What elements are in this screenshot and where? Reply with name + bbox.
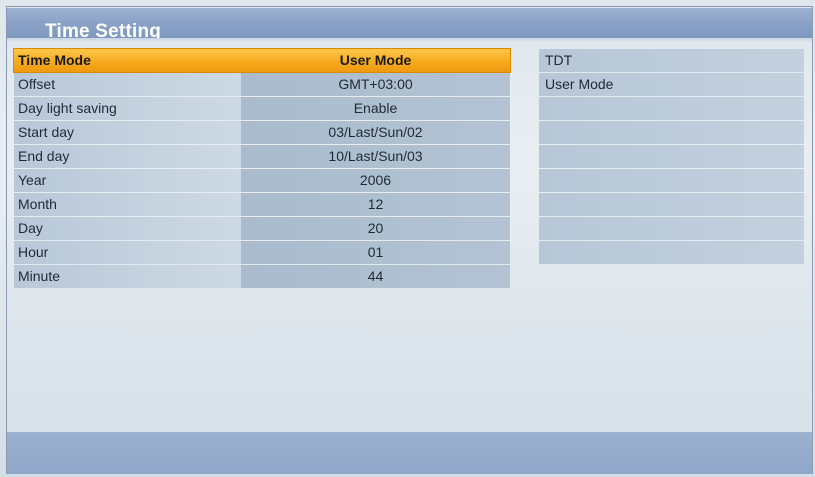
setting-label: Day bbox=[14, 217, 241, 240]
setting-value[interactable]: GMT+03:00 bbox=[241, 73, 510, 96]
time-mode-options-list: TDT User Mode bbox=[539, 49, 804, 265]
setting-row-year[interactable]: Year 2006 bbox=[14, 169, 510, 192]
option-empty bbox=[539, 169, 804, 192]
setting-row-time-mode[interactable]: Time Mode User Mode bbox=[13, 48, 511, 73]
setting-value[interactable]: 10/Last/Sun/03 bbox=[241, 145, 510, 168]
setting-row-minute[interactable]: Minute 44 bbox=[14, 265, 510, 288]
setting-row-start-day[interactable]: Start day 03/Last/Sun/02 bbox=[14, 121, 510, 144]
option-empty bbox=[539, 193, 804, 216]
option-empty bbox=[539, 241, 804, 264]
settings-table: Time Mode User Mode Offset GMT+03:00 Day… bbox=[13, 48, 511, 289]
title-bar: Time Setting bbox=[7, 8, 812, 42]
setting-value[interactable]: Enable bbox=[241, 97, 510, 120]
option-empty bbox=[539, 217, 804, 240]
setting-value[interactable]: 44 bbox=[241, 265, 510, 288]
time-setting-screen: Time Setting Time Mode User Mode Offset … bbox=[0, 0, 815, 477]
setting-row-daylight-saving[interactable]: Day light saving Enable bbox=[14, 97, 510, 120]
title-bar-divider bbox=[7, 38, 812, 43]
setting-label: End day bbox=[14, 145, 241, 168]
setting-value[interactable]: 01 bbox=[241, 241, 510, 264]
setting-label: Minute bbox=[14, 265, 241, 288]
option-empty bbox=[539, 145, 804, 168]
bottom-help-bar bbox=[7, 432, 812, 474]
setting-label: Time Mode bbox=[14, 49, 241, 72]
setting-value[interactable]: User Mode bbox=[241, 49, 510, 72]
setting-value[interactable]: 20 bbox=[241, 217, 510, 240]
setting-label: Start day bbox=[14, 121, 241, 144]
setting-label: Year bbox=[14, 169, 241, 192]
option-empty bbox=[539, 97, 804, 120]
setting-row-hour[interactable]: Hour 01 bbox=[14, 241, 510, 264]
setting-row-offset[interactable]: Offset GMT+03:00 bbox=[14, 73, 510, 96]
option-tdt[interactable]: TDT bbox=[539, 49, 804, 72]
setting-row-day[interactable]: Day 20 bbox=[14, 217, 510, 240]
setting-label: Day light saving bbox=[14, 97, 241, 120]
setting-label: Offset bbox=[14, 73, 241, 96]
setting-value[interactable]: 12 bbox=[241, 193, 510, 216]
setting-value[interactable]: 03/Last/Sun/02 bbox=[241, 121, 510, 144]
option-user-mode[interactable]: User Mode bbox=[539, 73, 804, 96]
setting-row-month[interactable]: Month 12 bbox=[14, 193, 510, 216]
setting-label: Month bbox=[14, 193, 241, 216]
setting-value[interactable]: 2006 bbox=[241, 169, 510, 192]
option-empty bbox=[539, 121, 804, 144]
setting-label: Hour bbox=[14, 241, 241, 264]
setting-row-end-day[interactable]: End day 10/Last/Sun/03 bbox=[14, 145, 510, 168]
